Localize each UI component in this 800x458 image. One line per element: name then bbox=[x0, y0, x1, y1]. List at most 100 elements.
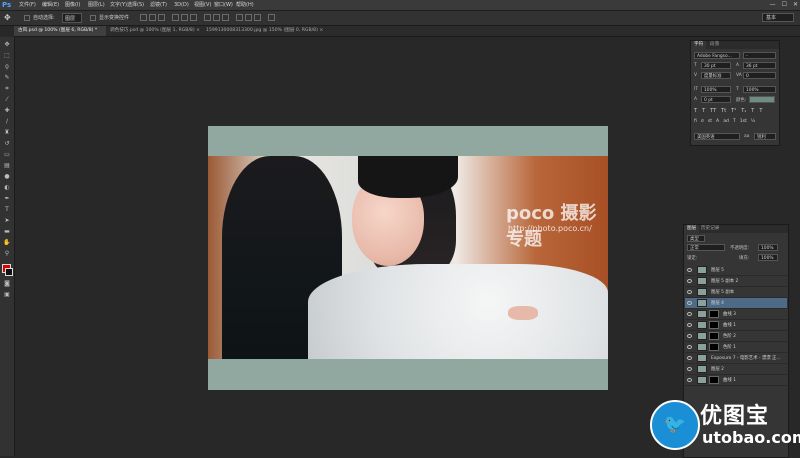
layer-row[interactable]: 图层 2 bbox=[685, 364, 787, 375]
background-color-swatch[interactable] bbox=[5, 268, 13, 276]
faux-bold-button[interactable]: T bbox=[694, 108, 697, 116]
distribute-hcenter-icon[interactable] bbox=[245, 14, 252, 21]
auto-select-checkbox[interactable] bbox=[24, 15, 30, 21]
faux-italic-button[interactable]: T bbox=[702, 108, 705, 116]
text-color-swatch[interactable] bbox=[749, 96, 775, 103]
menu-type[interactable]: 文字(Y) bbox=[110, 0, 127, 10]
layer-row[interactable]: 曲线 1 bbox=[685, 375, 787, 386]
leading-field[interactable]: 36 pt bbox=[743, 62, 776, 69]
align-top-icon[interactable] bbox=[140, 14, 147, 21]
menu-view[interactable]: 视图(V) bbox=[194, 0, 211, 10]
ordinal-button[interactable]: ad bbox=[723, 119, 729, 127]
visibility-eye-icon[interactable] bbox=[687, 279, 692, 283]
distribute-left-icon[interactable] bbox=[236, 14, 243, 21]
align-hcenter-icon[interactable] bbox=[181, 14, 188, 21]
align-right-icon[interactable] bbox=[190, 14, 197, 21]
horizontal-scale-field[interactable]: 100% bbox=[743, 86, 776, 93]
maximize-button[interactable]: ☐ bbox=[782, 0, 787, 10]
layer-mask-thumbnail[interactable] bbox=[709, 332, 719, 340]
visibility-eye-icon[interactable] bbox=[687, 290, 692, 294]
font-size-field[interactable]: 30 pt bbox=[701, 62, 731, 69]
brush-icon[interactable]: ∕ bbox=[3, 118, 11, 126]
distribute-top-icon[interactable] bbox=[204, 14, 211, 21]
layer-row[interactable]: 曲线 1 bbox=[685, 320, 787, 331]
tab-paragraph[interactable]: 段落 bbox=[707, 41, 722, 49]
menu-filter[interactable]: 滤镜(T) bbox=[150, 0, 167, 10]
fill-field[interactable]: 100% bbox=[758, 254, 778, 261]
kerning-field[interactable]: 度量标准 bbox=[701, 72, 731, 79]
menu-3d[interactable]: 3D(D) bbox=[174, 0, 189, 10]
quick-mask-icon[interactable]: ◙ bbox=[3, 280, 11, 288]
workspace-dropdown[interactable]: 基本 bbox=[762, 13, 794, 22]
font-family-field[interactable]: Adobe Fangso... bbox=[694, 52, 740, 59]
menu-help[interactable]: 帮助(H) bbox=[236, 0, 254, 10]
tab-layers[interactable]: 图层 bbox=[684, 225, 700, 233]
menu-image[interactable]: 图像(I) bbox=[65, 0, 80, 10]
visibility-eye-icon[interactable] bbox=[687, 334, 692, 338]
tracking-field[interactable]: 0 bbox=[743, 72, 776, 79]
distribute-right-icon[interactable] bbox=[254, 14, 261, 21]
tab-document-3[interactable]: 1599130008313300.jpg @ 150% (图层 0, RGB/8… bbox=[202, 26, 323, 36]
move-icon[interactable]: ✥ bbox=[3, 41, 11, 49]
visibility-eye-icon[interactable] bbox=[687, 301, 692, 305]
visibility-eye-icon[interactable] bbox=[687, 268, 692, 272]
tab-document-2[interactable]: 调色技巧.psd @ 100% (图层 1, RGB/8) × bbox=[106, 26, 202, 36]
layer-row[interactable]: 图层 5 副本 bbox=[685, 287, 787, 298]
menu-edit[interactable]: 编辑(E) bbox=[42, 0, 59, 10]
type-icon[interactable]: T bbox=[3, 206, 11, 214]
tab-history[interactable]: 历史记录 bbox=[698, 225, 722, 233]
font-style-field[interactable]: - bbox=[743, 52, 776, 59]
visibility-eye-icon[interactable] bbox=[687, 378, 692, 382]
strikethrough-button[interactable]: T bbox=[759, 108, 762, 116]
quick-select-icon[interactable]: ✎ bbox=[3, 74, 11, 82]
fractions-button[interactable]: ½ bbox=[751, 119, 755, 127]
auto-align-icon[interactable] bbox=[268, 14, 275, 21]
screen-mode-icon[interactable]: ▣ bbox=[3, 291, 11, 299]
titling-button[interactable]: T bbox=[733, 119, 736, 127]
layer-mask-thumbnail[interactable] bbox=[709, 321, 719, 329]
pen-icon[interactable]: ✒ bbox=[3, 195, 11, 203]
layer-row[interactable]: 色阶 1 bbox=[685, 342, 787, 353]
distribute-vcenter-icon[interactable] bbox=[213, 14, 220, 21]
layer-row[interactable]: Exposure 7 - 电影艺术 - 漂漂 正... bbox=[685, 353, 787, 364]
healing-brush-icon[interactable]: ✚ bbox=[3, 107, 11, 115]
align-left-icon[interactable] bbox=[172, 14, 179, 21]
clone-stamp-icon[interactable]: ♜ bbox=[3, 129, 11, 137]
minimize-button[interactable]: — bbox=[770, 0, 776, 10]
all-caps-button[interactable]: TT bbox=[710, 108, 716, 116]
layer-mask-thumbnail[interactable] bbox=[709, 343, 719, 351]
document-canvas[interactable]: poco 摄影专题 http://photo.poco.cn/ bbox=[208, 126, 608, 390]
visibility-eye-icon[interactable] bbox=[687, 323, 692, 327]
marquee-icon[interactable]: ⬚ bbox=[3, 52, 11, 60]
move-tool-icon[interactable]: ✥ bbox=[4, 13, 16, 23]
visibility-eye-icon[interactable] bbox=[687, 312, 692, 316]
underline-button[interactable]: T bbox=[751, 108, 754, 116]
small-caps-button[interactable]: Tt bbox=[721, 108, 726, 116]
lasso-icon[interactable]: ϙ bbox=[3, 63, 11, 71]
visibility-eye-icon[interactable] bbox=[687, 356, 692, 360]
visibility-eye-icon[interactable] bbox=[687, 367, 692, 371]
layer-row[interactable]: 图层 4 bbox=[685, 298, 787, 309]
hand-icon[interactable]: ✋ bbox=[3, 239, 11, 247]
subscript-button[interactable]: T₁ bbox=[741, 108, 746, 116]
align-bottom-icon[interactable] bbox=[158, 14, 165, 21]
align-vcenter-icon[interactable] bbox=[149, 14, 156, 21]
swash-button[interactable]: A bbox=[716, 119, 719, 127]
visibility-eye-icon[interactable] bbox=[687, 345, 692, 349]
baseline-field[interactable]: 0 pt bbox=[701, 96, 731, 103]
distribute-bottom-icon[interactable] bbox=[222, 14, 229, 21]
ordinals-button[interactable]: 1st bbox=[740, 119, 747, 127]
anti-alias-dropdown[interactable]: 锐利 bbox=[754, 133, 776, 140]
layer-row[interactable]: 图层 5 副本 2 bbox=[685, 276, 787, 287]
tab-character[interactable]: 字符 bbox=[691, 41, 707, 49]
menu-file[interactable]: 文件(F) bbox=[19, 0, 36, 10]
ligature-button[interactable]: fi bbox=[694, 119, 697, 127]
crop-icon[interactable]: ⌗ bbox=[3, 85, 11, 93]
shape-icon[interactable]: ▬ bbox=[3, 228, 11, 236]
layer-row[interactable]: 图层 5 bbox=[685, 265, 787, 276]
path-select-icon[interactable]: ➤ bbox=[3, 217, 11, 225]
eraser-icon[interactable]: ▭ bbox=[3, 151, 11, 159]
stylistic-alternate-button[interactable]: st bbox=[708, 119, 712, 127]
layer-row[interactable]: 色阶 2 bbox=[685, 331, 787, 342]
blur-icon[interactable]: ● bbox=[3, 173, 11, 181]
